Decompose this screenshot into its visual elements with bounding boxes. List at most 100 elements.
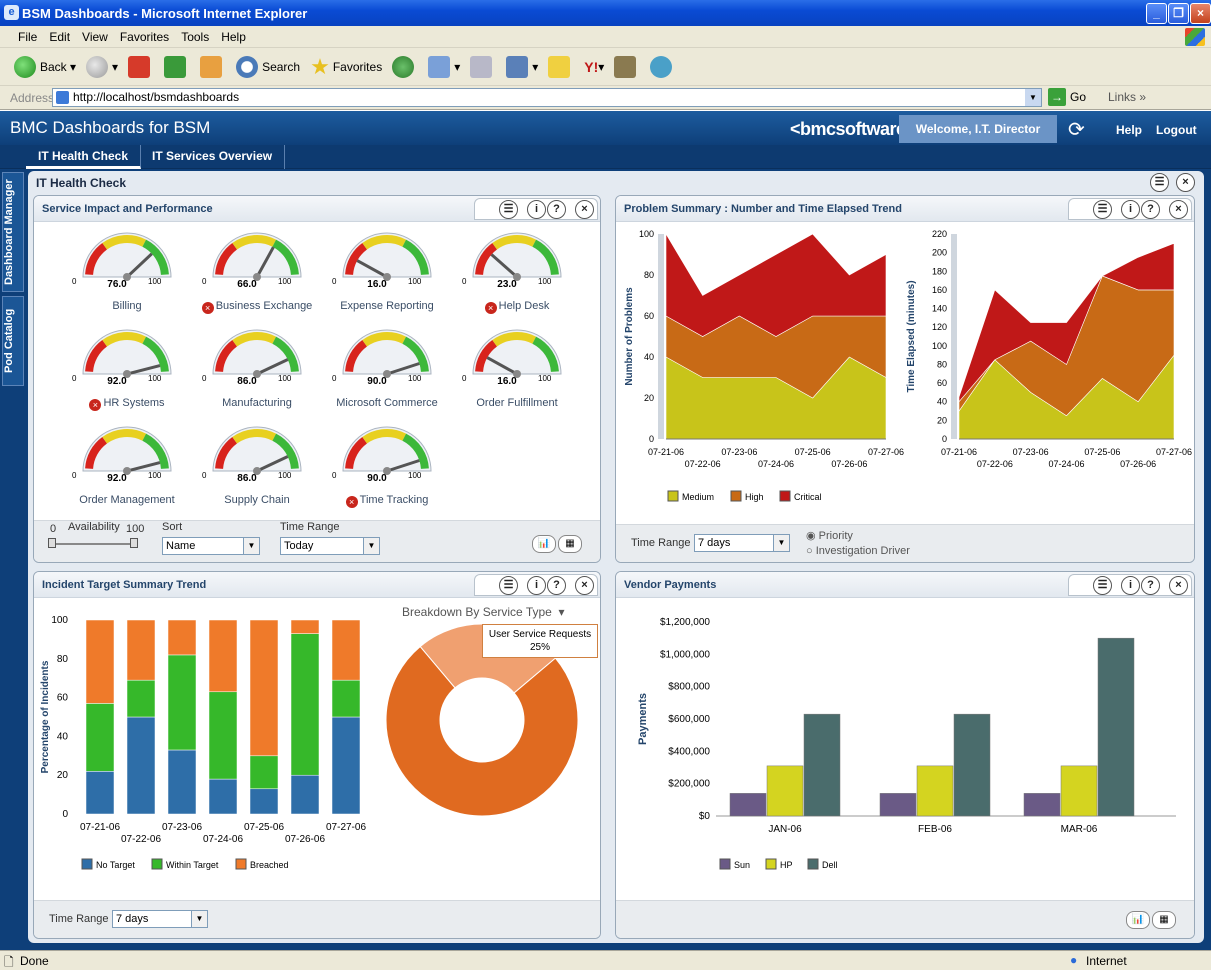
gauge-business-exchange[interactable]: 0 100 66.0 × Business Exchange [201, 232, 312, 327]
panel-header: Incident Target Summary Trend ☰ i ? × [34, 572, 600, 598]
time-range-select[interactable]: 7 days ▼ [694, 534, 790, 552]
gauge-expense-reporting[interactable]: 0 100 16.0 Expense Reporting [332, 232, 442, 327]
time-range-select[interactable]: 7 days ▼ [112, 910, 208, 928]
messenger-button[interactable] [650, 55, 676, 78]
info-icon[interactable]: i [1121, 576, 1140, 595]
availability-label: Availability [68, 521, 120, 533]
info-icon[interactable]: i [527, 200, 546, 219]
print-button[interactable] [470, 55, 496, 78]
address-dropdown-icon[interactable]: ▼ [1025, 89, 1041, 106]
forward-button[interactable]: ▾ [86, 55, 118, 78]
close-icon[interactable]: × [575, 200, 594, 219]
research-icon [614, 55, 637, 78]
panel-footer: 📊 ▦ [616, 900, 1194, 938]
gauge-value: 92.0 [107, 473, 127, 484]
table-view-icon[interactable]: ▦ [558, 535, 582, 553]
edit-button[interactable]: ▾ [506, 55, 538, 78]
radio-priority[interactable]: ◉ Priority [806, 529, 853, 542]
table-view-icon[interactable]: ▦ [1152, 911, 1176, 929]
help-link[interactable]: Help [1116, 123, 1142, 137]
bar-dell [1097, 637, 1135, 817]
help-icon[interactable]: ? [547, 576, 566, 595]
bar-no-target [167, 749, 197, 815]
y-tick-label: 100 [51, 615, 68, 626]
status-bar: 🗋 Done ● Internet [0, 950, 1211, 970]
mail-button[interactable]: ▾ [428, 55, 460, 78]
list-icon[interactable]: ☰ [499, 200, 518, 219]
sort-select[interactable]: Name ▼ [162, 537, 260, 555]
help-icon[interactable]: ? [1141, 576, 1160, 595]
help-icon[interactable]: ? [547, 200, 566, 219]
legend-label: High [745, 492, 764, 502]
gauge-help-desk[interactable]: 0 100 23.0 × Help Desk [462, 232, 572, 327]
home-icon [200, 55, 223, 78]
favorites-button[interactable]: ★ Favorites [310, 54, 382, 80]
list-icon[interactable]: ☰ [499, 576, 518, 595]
gauge-order-fulfillment[interactable]: 0 100 16.0 Order Fulfillment [462, 329, 572, 424]
side-tab-pod-catalog[interactable]: Pod Catalog [2, 296, 24, 386]
gauge-supply-chain[interactable]: 0 100 86.0 Supply Chain [202, 426, 312, 521]
back-button[interactable]: Back ▾ [14, 55, 76, 78]
search-button[interactable]: Search [236, 55, 300, 78]
list-icon[interactable]: ☰ [1093, 200, 1112, 219]
menu-edit[interactable]: Edit [49, 30, 70, 44]
tab-it-services-overview[interactable]: IT Services Overview [140, 145, 286, 169]
info-icon[interactable]: i [527, 576, 546, 595]
edit-icon [506, 55, 529, 78]
gauge-billing[interactable]: 0 100 76.0 Billing [72, 232, 182, 327]
list-icon[interactable]: ☰ [1093, 576, 1112, 595]
x-tick-label: 07-24-06 [1048, 459, 1084, 469]
breakdown-select[interactable]: Breakdown By Service Type ▾ [402, 605, 565, 619]
help-icon[interactable]: ? [1141, 200, 1160, 219]
stop-button[interactable] [128, 55, 154, 78]
close-icon[interactable]: × [575, 576, 594, 595]
history-button[interactable] [392, 55, 418, 78]
tab-it-health-check[interactable]: IT Health Check [26, 145, 142, 169]
chart-view-icon[interactable]: 📊 [1126, 911, 1150, 929]
time-range-select[interactable]: Today ▼ [280, 537, 380, 555]
menu-favorites[interactable]: Favorites [120, 30, 169, 44]
notes-button[interactable] [548, 55, 574, 78]
address-input[interactable]: http://localhost/bsmdashboards ▼ [52, 88, 1042, 107]
ie-icon: e [4, 5, 19, 20]
go-button[interactable]: → Go [1048, 88, 1086, 106]
refresh-icon [164, 55, 187, 78]
menu-tools[interactable]: Tools [181, 30, 209, 44]
side-tab-dashboard-manager[interactable]: Dashboard Manager [2, 172, 24, 292]
logout-link[interactable]: Logout [1156, 123, 1197, 137]
home-button[interactable] [200, 55, 226, 78]
gauge-manufacturing[interactable]: 0 100 86.0 Manufacturing [202, 329, 312, 424]
gauge-order-management[interactable]: 0 100 92.0 Order Management [72, 426, 182, 521]
yahoo-button[interactable]: Y! ▾ [584, 59, 604, 75]
refresh-icon[interactable]: ⟳ [1068, 117, 1085, 142]
info-icon[interactable]: i [1121, 200, 1140, 219]
menu-view[interactable]: View [82, 30, 108, 44]
close-icon[interactable]: × [1169, 200, 1188, 219]
close-icon[interactable]: × [1169, 576, 1188, 595]
refresh-button[interactable] [164, 55, 190, 78]
availability-slider-max-handle[interactable] [130, 538, 138, 548]
gauge-hr-systems[interactable]: 0 100 92.0 × HR Systems [72, 329, 182, 424]
minimize-button[interactable]: _ [1146, 3, 1167, 24]
availability-slider-min-handle[interactable] [48, 538, 56, 548]
menu-help[interactable]: Help [221, 30, 246, 44]
panel-buttons: ☰ i ? × [1068, 574, 1192, 596]
y-axis-title: Payments [637, 693, 649, 745]
x-tick-label: 07-25-06 [795, 447, 831, 457]
radio-investigation-driver[interactable]: ○ Investigation Driver [806, 545, 910, 557]
bar-breached [208, 619, 238, 693]
gauge-time-tracking[interactable]: 0 100 90.0 × Time Tracking [332, 426, 442, 521]
dashboard-close-icon[interactable]: × [1176, 173, 1195, 192]
research-button[interactable] [614, 55, 640, 78]
y-tick-label: $600,000 [668, 714, 710, 725]
dashboard-menu-icon[interactable]: ☰ [1150, 173, 1169, 192]
y-tick-label: 0 [649, 434, 654, 444]
links-toolbar[interactable]: Links » [1108, 90, 1146, 104]
close-window-button[interactable]: × [1190, 3, 1211, 24]
legend-swatch [235, 858, 247, 870]
chart-view-icon[interactable]: 📊 [532, 535, 556, 553]
maximize-button[interactable]: ❐ [1168, 3, 1189, 24]
gauge-microsoft-commerce[interactable]: 0 100 90.0 Microsoft Commerce [332, 329, 442, 424]
bar-sun [729, 793, 767, 817]
menu-file[interactable]: File [18, 30, 37, 44]
